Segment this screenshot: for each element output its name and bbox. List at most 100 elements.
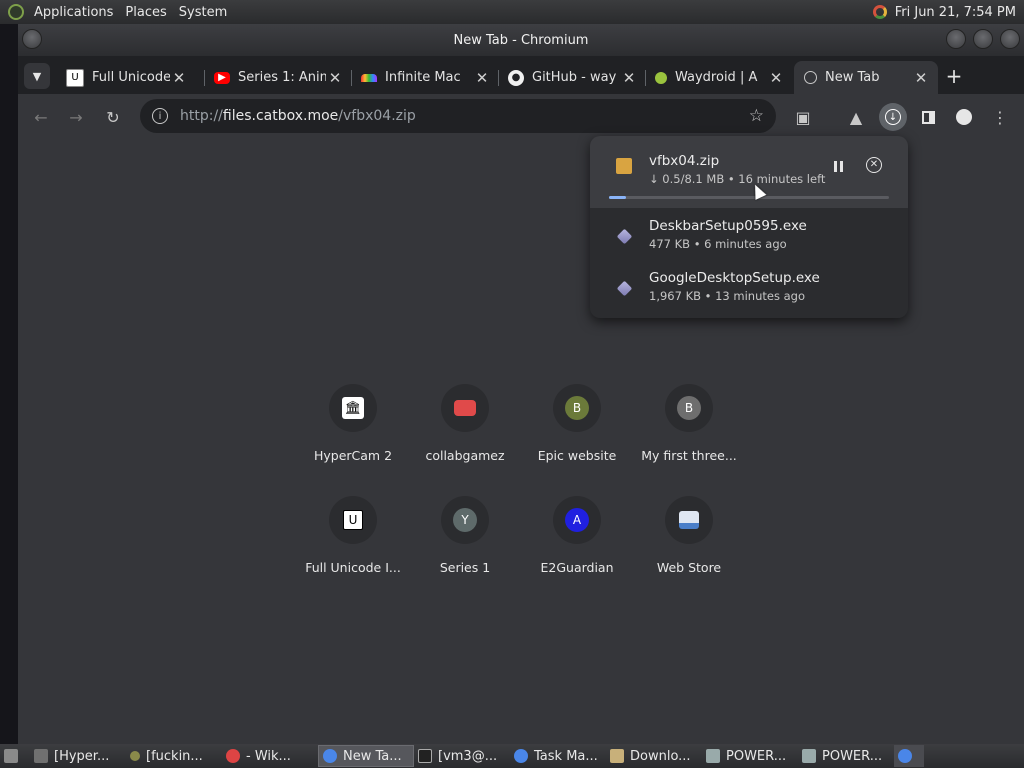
shortcut-epic-website[interactable]: B Epic website bbox=[525, 384, 629, 494]
tab-title: Series 1: Anim bbox=[238, 70, 326, 85]
app-icon bbox=[34, 749, 48, 763]
downloads-button[interactable]: ↓ bbox=[879, 103, 907, 131]
tab-title: GitHub - way bbox=[532, 70, 617, 85]
taskbar-item[interactable]: - Wik... bbox=[222, 745, 318, 767]
shortcut-label: My first three... bbox=[641, 448, 737, 463]
download-item-active[interactable]: vfbx04.zip ↓ 0.5/8.1 MB • 16 minutes lef… bbox=[590, 136, 908, 208]
taskbar-item[interactable]: [fuckin... bbox=[126, 745, 222, 767]
site-info-icon[interactable]: i bbox=[152, 108, 168, 124]
taskbar-item[interactable]: [Hyper... bbox=[30, 745, 126, 767]
webstore-icon bbox=[679, 511, 699, 529]
download-status: 477 KB • 6 minutes ago bbox=[649, 237, 787, 251]
github-favicon-icon: ● bbox=[508, 69, 524, 86]
top-panel: Applications Places System Fri Jun 21, 7… bbox=[0, 0, 1024, 24]
tab-title: Infinite Mac bbox=[385, 70, 461, 85]
show-desktop-button[interactable] bbox=[0, 745, 30, 767]
tab-infinite-mac[interactable]: Infinite Mac ✕ bbox=[351, 61, 499, 94]
chevron-down-icon: ▼ bbox=[32, 69, 42, 83]
taskbar-item[interactable]: POWER... bbox=[702, 745, 798, 767]
letter-icon: A bbox=[565, 508, 589, 532]
download-progress-bar bbox=[609, 196, 889, 199]
shortcut-hypercam-2[interactable]: 🏛 HyperCam 2 bbox=[301, 384, 405, 494]
tab-series-1[interactable]: ▶ Series 1: Anim ✕ bbox=[204, 61, 352, 94]
close-window-button[interactable] bbox=[1000, 29, 1020, 49]
tab-new-tab[interactable]: New Tab ✕ bbox=[794, 61, 938, 94]
shortcut-my-first-three[interactable]: B My first three... bbox=[637, 384, 741, 494]
browser-icon bbox=[226, 749, 240, 763]
labs-button[interactable]: ▲ bbox=[844, 105, 868, 129]
taskbar-item[interactable]: POWER... bbox=[798, 745, 894, 767]
menu-places[interactable]: Places bbox=[119, 5, 172, 20]
profile-button[interactable] bbox=[952, 105, 976, 129]
shortcut-web-store[interactable]: Web Store bbox=[637, 496, 741, 606]
download-item[interactable]: GoogleDesktopSetup.exe 1,967 KB • 13 min… bbox=[590, 264, 908, 318]
taskbar-item[interactable] bbox=[894, 745, 924, 767]
menu-system[interactable]: System bbox=[173, 5, 233, 20]
back-button[interactable]: ← bbox=[29, 105, 53, 129]
distro-logo-icon[interactable] bbox=[8, 4, 24, 20]
forward-button[interactable]: → bbox=[64, 105, 88, 129]
window-menu-button[interactable] bbox=[22, 29, 42, 49]
side-panel-icon bbox=[921, 110, 935, 124]
shortcut-label: Web Store bbox=[656, 560, 722, 575]
unicode-icon: U bbox=[343, 510, 363, 530]
shortcut-label: Series 1 bbox=[439, 560, 491, 575]
tab-waydroid[interactable]: Waydroid | A ✕ bbox=[645, 61, 793, 94]
close-tab-icon[interactable]: ✕ bbox=[326, 69, 344, 87]
bookmark-star-icon[interactable]: ☆ bbox=[749, 106, 764, 126]
desktop-icon bbox=[4, 749, 18, 763]
url-path: /vfbx04.zip bbox=[338, 108, 416, 124]
new-tab-button[interactable]: + bbox=[942, 64, 966, 88]
youtube-favicon-icon: ▶ bbox=[214, 71, 230, 84]
close-tab-icon[interactable]: ✕ bbox=[767, 69, 785, 87]
shortcut-collabgamez[interactable]: collabgamez bbox=[413, 384, 517, 494]
tab-full-unicode[interactable]: U Full Unicode ✕ bbox=[56, 61, 196, 94]
minimize-button[interactable] bbox=[946, 29, 966, 49]
taskbar-item[interactable]: New Ta... bbox=[318, 745, 414, 767]
puzzle-icon: ▣ bbox=[795, 107, 811, 127]
download-filename: DeskbarSetup0595.exe bbox=[649, 218, 807, 234]
taskbar-item[interactable]: Downlo... bbox=[606, 745, 702, 767]
system-monitor-icon[interactable] bbox=[872, 5, 887, 19]
reload-button[interactable]: ↻ bbox=[101, 105, 125, 129]
download-item[interactable]: DeskbarSetup0595.exe 477 KB • 6 minutes … bbox=[590, 212, 908, 268]
clock[interactable]: Fri Jun 21, 7:54 PM bbox=[895, 5, 1016, 20]
app-icon bbox=[130, 751, 140, 761]
side-panel-button[interactable] bbox=[916, 105, 940, 129]
close-tab-icon[interactable]: ✕ bbox=[170, 69, 188, 87]
exe-icon bbox=[616, 280, 632, 296]
download-status: ↓ 0.5/8.1 MB • 16 minutes left bbox=[649, 172, 826, 186]
menu-button[interactable]: ⋮ bbox=[988, 105, 1012, 129]
tab-search-button[interactable]: ▼ bbox=[24, 63, 50, 89]
pause-download-button[interactable] bbox=[830, 158, 846, 174]
museum-icon: 🏛 bbox=[342, 397, 364, 419]
zip-archive-icon bbox=[616, 158, 632, 174]
app-icon bbox=[706, 749, 720, 763]
download-status: 1,967 KB • 13 minutes ago bbox=[649, 289, 805, 303]
exe-icon bbox=[616, 228, 632, 244]
extensions-button[interactable]: ▣ bbox=[791, 105, 815, 129]
tab-github[interactable]: ● GitHub - way ✕ bbox=[498, 61, 646, 94]
browser-window: New Tab - Chromium ▼ U Full Unicode ✕ ▶ … bbox=[18, 24, 1024, 744]
taskbar-item[interactable]: [vm3@... bbox=[414, 745, 510, 767]
window-title: New Tab - Chromium bbox=[453, 32, 589, 48]
menu-applications[interactable]: Applications bbox=[28, 5, 119, 20]
address-bar[interactable]: i http://files.catbox.moe/vfbx04.zip ☆ bbox=[140, 99, 776, 133]
close-tab-icon[interactable]: ✕ bbox=[620, 69, 638, 87]
shortcut-series-1[interactable]: Y Series 1 bbox=[413, 496, 517, 606]
close-tab-icon[interactable]: ✕ bbox=[473, 69, 491, 87]
taskbar-item[interactable]: Task Ma... bbox=[510, 745, 606, 767]
cancel-download-button[interactable]: ✕ bbox=[866, 157, 882, 173]
shortcut-full-unicode[interactable]: U Full Unicode I... bbox=[301, 496, 405, 606]
shortcut-label: Epic website bbox=[537, 448, 617, 463]
maximize-button[interactable] bbox=[973, 29, 993, 49]
unicode-favicon-icon: U bbox=[66, 68, 84, 87]
close-tab-icon[interactable]: ✕ bbox=[912, 69, 930, 87]
download-filename: GoogleDesktopSetup.exe bbox=[649, 270, 820, 286]
shortcut-e2guardian[interactable]: A E2Guardian bbox=[525, 496, 629, 606]
window-titlebar[interactable]: New Tab - Chromium bbox=[18, 24, 1024, 56]
chromium-icon bbox=[514, 749, 528, 763]
waydroid-favicon-icon bbox=[655, 71, 667, 84]
desktop-edge bbox=[0, 24, 18, 744]
downloads-bubble: vfbx04.zip ↓ 0.5/8.1 MB • 16 minutes lef… bbox=[590, 136, 908, 318]
